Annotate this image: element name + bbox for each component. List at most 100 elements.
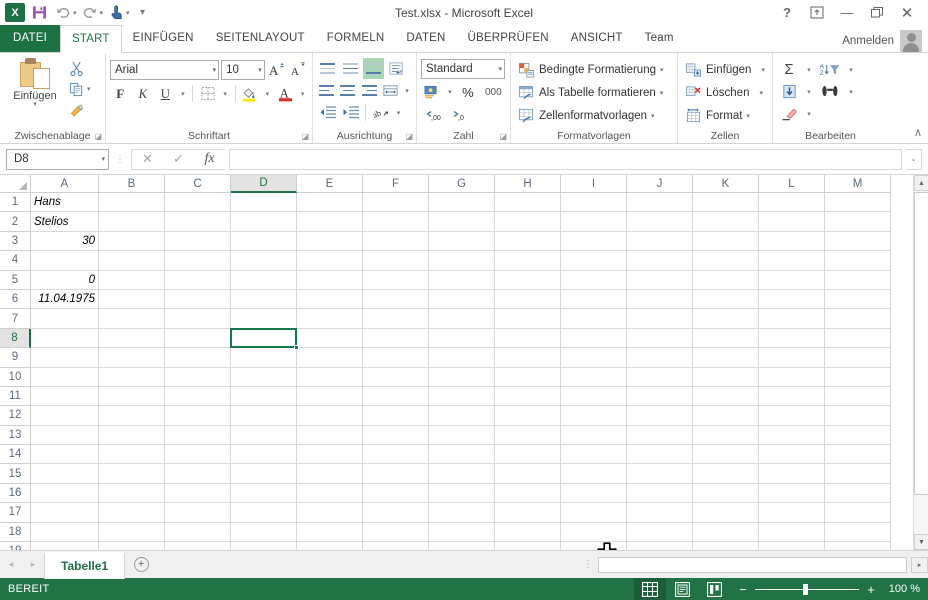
minimize-button[interactable]: — bbox=[832, 2, 862, 24]
cell-K19[interactable] bbox=[693, 542, 759, 550]
cell-B17[interactable] bbox=[99, 503, 165, 523]
cell-C1[interactable] bbox=[165, 193, 231, 213]
tab-team[interactable]: Team bbox=[634, 25, 685, 52]
cell-L15[interactable] bbox=[759, 464, 825, 484]
delete-cells-button[interactable]: Löschen ▾ bbox=[682, 82, 768, 104]
cell-G11[interactable] bbox=[429, 386, 495, 407]
cell-D7[interactable] bbox=[231, 309, 297, 329]
cell-K13[interactable] bbox=[693, 425, 759, 446]
cell-J4[interactable] bbox=[627, 251, 693, 271]
row-header-5[interactable]: 5 bbox=[0, 270, 31, 290]
row-header-19[interactable]: 19 bbox=[0, 542, 31, 550]
cell-I19[interactable] bbox=[561, 542, 627, 550]
cell-A2[interactable]: Stelios bbox=[31, 212, 99, 232]
cell-D18[interactable] bbox=[231, 522, 297, 543]
page-break-view-button[interactable] bbox=[698, 578, 730, 600]
cell-D13[interactable] bbox=[231, 425, 297, 446]
cell-M4[interactable] bbox=[825, 251, 891, 271]
cell-D14[interactable] bbox=[231, 445, 297, 465]
cell-M6[interactable] bbox=[825, 289, 891, 310]
column-header-K[interactable]: K bbox=[693, 175, 759, 193]
scroll-up-button[interactable]: ▲ bbox=[914, 175, 928, 191]
row-header-12[interactable]: 12 bbox=[0, 406, 31, 426]
cell-H8[interactable] bbox=[495, 328, 561, 349]
row-header-11[interactable]: 11 bbox=[0, 386, 31, 407]
zoom-slider-thumb[interactable] bbox=[803, 583, 808, 595]
cell-B5[interactable] bbox=[99, 270, 165, 290]
cell-M9[interactable] bbox=[825, 348, 891, 368]
column-header-E[interactable]: E bbox=[297, 175, 363, 193]
cell-I1[interactable] bbox=[561, 193, 627, 213]
customize-qat-icon[interactable]: ▾ bbox=[132, 3, 154, 23]
font-color-dropdown-icon[interactable]: ▾ bbox=[297, 83, 308, 104]
column-header-F[interactable]: F bbox=[363, 175, 429, 193]
scroll-down-button[interactable]: ▼ bbox=[914, 534, 928, 550]
align-top-button[interactable] bbox=[317, 58, 338, 79]
cell-H12[interactable] bbox=[495, 406, 561, 426]
number-format-select[interactable]: Standard ▾ bbox=[421, 59, 505, 79]
cell-J5[interactable] bbox=[627, 270, 693, 290]
row-header-16[interactable]: 16 bbox=[0, 483, 31, 504]
cell-A7[interactable] bbox=[31, 309, 99, 329]
cell-E15[interactable] bbox=[297, 464, 363, 484]
previous-sheet-button[interactable]: ◂ bbox=[0, 552, 22, 578]
cell-B9[interactable] bbox=[99, 348, 165, 368]
cell-J10[interactable] bbox=[627, 367, 693, 387]
cell-G14[interactable] bbox=[429, 445, 495, 465]
column-header-C[interactable]: C bbox=[165, 175, 231, 193]
cell-H3[interactable] bbox=[495, 231, 561, 252]
cell-C14[interactable] bbox=[165, 445, 231, 465]
cell-K9[interactable] bbox=[693, 348, 759, 368]
cell-J18[interactable] bbox=[627, 522, 693, 543]
cell-F16[interactable] bbox=[363, 483, 429, 504]
formula-input[interactable] bbox=[229, 148, 902, 170]
restore-button[interactable] bbox=[862, 2, 892, 24]
cell-H2[interactable] bbox=[495, 212, 561, 232]
cell-F12[interactable] bbox=[363, 406, 429, 426]
fill-color-dropdown-icon[interactable]: ▾ bbox=[262, 83, 273, 104]
cell-K4[interactable] bbox=[693, 251, 759, 271]
cell-C6[interactable] bbox=[165, 289, 231, 310]
clear-dropdown-icon[interactable]: ▾ bbox=[803, 103, 815, 124]
cell-L8[interactable] bbox=[759, 328, 825, 349]
cell-L5[interactable] bbox=[759, 270, 825, 290]
column-header-A[interactable]: A bbox=[31, 175, 99, 193]
name-box-dropdown-icon[interactable]: ▾ bbox=[101, 155, 105, 163]
row-header-3[interactable]: 3 bbox=[0, 231, 31, 252]
page-layout-view-button[interactable] bbox=[666, 578, 698, 600]
cell-F7[interactable] bbox=[363, 309, 429, 329]
excel-logo-icon[interactable]: X bbox=[4, 3, 26, 23]
cell-E18[interactable] bbox=[297, 522, 363, 543]
row-header-7[interactable]: 7 bbox=[0, 309, 31, 329]
cell-B14[interactable] bbox=[99, 445, 165, 465]
cell-A13[interactable] bbox=[31, 425, 99, 446]
formula-bar-splitter[interactable]: ⋮ bbox=[113, 154, 127, 164]
cell-J17[interactable] bbox=[627, 503, 693, 523]
cell-G17[interactable] bbox=[429, 503, 495, 523]
cell-G12[interactable] bbox=[429, 406, 495, 426]
close-button[interactable]: ✕ bbox=[892, 2, 922, 24]
clipboard-dialog-launcher[interactable]: ◪ bbox=[94, 132, 102, 141]
cell-F9[interactable] bbox=[363, 348, 429, 368]
comma-style-button[interactable]: 000 bbox=[481, 82, 506, 102]
cell-K10[interactable] bbox=[693, 367, 759, 387]
orientation-dropdown-icon[interactable]: ▾ bbox=[393, 102, 404, 123]
cell-H5[interactable] bbox=[495, 270, 561, 290]
cell-K18[interactable] bbox=[693, 522, 759, 543]
underline-button[interactable]: U bbox=[155, 83, 176, 104]
sort-filter-button[interactable]: AZ bbox=[817, 59, 843, 80]
cell-G19[interactable] bbox=[429, 542, 495, 550]
column-header-M[interactable]: M bbox=[825, 175, 891, 193]
cell-L12[interactable] bbox=[759, 406, 825, 426]
fill-button[interactable] bbox=[777, 81, 801, 102]
cell-D1[interactable] bbox=[231, 193, 297, 213]
cell-I15[interactable] bbox=[561, 464, 627, 484]
format-painter-button[interactable] bbox=[66, 100, 93, 120]
column-header-L[interactable]: L bbox=[759, 175, 825, 193]
cell-G13[interactable] bbox=[429, 425, 495, 446]
cell-B6[interactable] bbox=[99, 289, 165, 310]
cell-B15[interactable] bbox=[99, 464, 165, 484]
cell-F10[interactable] bbox=[363, 367, 429, 387]
cell-E19[interactable] bbox=[297, 542, 363, 550]
cell-E10[interactable] bbox=[297, 367, 363, 387]
